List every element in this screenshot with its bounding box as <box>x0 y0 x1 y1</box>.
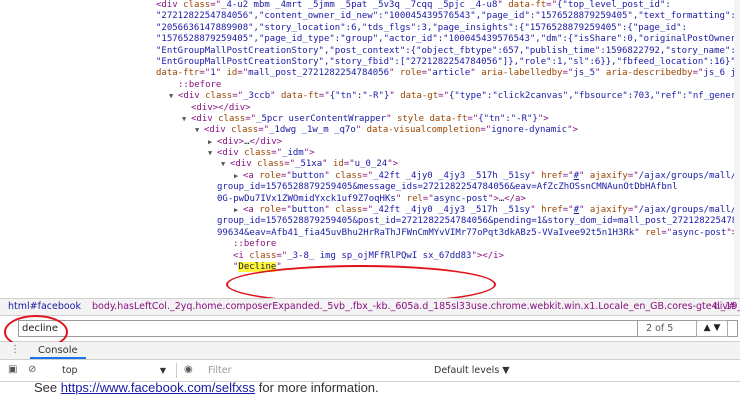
collapsed-arrow-icon[interactable]: ▶ <box>234 205 238 216</box>
breadcrumb-body[interactable]: body.hasLeftCol._2yq.home.composerExpand… <box>92 301 740 312</box>
expanded-arrow-icon[interactable]: ▼ <box>195 125 199 136</box>
tree-line[interactable]: "EntGroupMallPostCreationStory","story_f… <box>0 57 740 68</box>
tree-line[interactable]: ▶ <div>…</div> <box>0 137 740 148</box>
tree-line-content: <div class="_5pcr userContentWrapper" st… <box>191 113 549 124</box>
tab-console[interactable]: Console <box>30 342 86 359</box>
sidebar-toggle-icon[interactable]: ▣ <box>8 364 17 375</box>
tree-line[interactable]: ▼ <div class="_51xa" id="u_0_24"> <box>0 159 740 170</box>
tree-line-content: ::before <box>233 239 277 250</box>
expanded-arrow-icon[interactable]: ▼ <box>221 159 225 170</box>
tree-line[interactable]: "2721282254784056","content_owner_id_new… <box>0 11 740 22</box>
console-message-prefix: See <box>34 380 61 395</box>
divider <box>176 363 177 378</box>
context-select-value: top <box>62 365 78 376</box>
tree-line-content: <div></div> <box>191 102 251 113</box>
tree-line-content: group_id=1576528879259405&post_id=272128… <box>217 216 740 227</box>
drawer-tabs: ⋮ Console <box>0 342 740 360</box>
console-message-suffix: for more information. <box>255 380 379 395</box>
tree-line-content: "1576528879259405","page_id_type":"group… <box>156 34 740 45</box>
tree-line-content: 0G-pwDu7IVx1ZWOmidYxck1uf9Z7oqHKs" rel="… <box>217 193 526 204</box>
tree-line-content: <div class="_4-u2 mbm _4mrt _5jmm _5pat … <box>156 0 671 10</box>
context-select[interactable]: top ▼ <box>62 363 170 378</box>
collapsed-arrow-icon[interactable]: ▶ <box>208 137 212 148</box>
search-nav-buttons[interactable]: ▲ ▼ <box>696 320 728 337</box>
tree-line-content: group_id=1576528879259405&message_ids=27… <box>217 182 678 193</box>
tree-line-content: "EntGroupMallPostCreationStory","story_f… <box>156 56 736 67</box>
search-next-icon[interactable]: ▼ <box>713 323 720 333</box>
collapsed-arrow-icon[interactable]: ▶ <box>234 171 238 182</box>
search-input[interactable]: decline <box>18 320 638 337</box>
tree-line[interactable]: data-ftr="1" id="mall_post_2721282254784… <box>0 68 740 79</box>
tree-line[interactable]: ▶ <a role="button" class="_42ft _4jy0 _4j… <box>0 205 740 216</box>
tree-line[interactable]: <i class="_3-8_ img sp_ojMFfRlPQwI sx_67… <box>0 251 740 262</box>
scrollbar[interactable] <box>734 0 740 298</box>
breadcrumb-html[interactable]: html#facebook <box>8 301 81 312</box>
eye-icon[interactable]: ◉ <box>184 364 193 375</box>
console-message: See https://www.facebook.com/selfxss for… <box>0 380 740 414</box>
breadcrumb: html#facebook body.hasLeftCol._2yq.home.… <box>0 298 740 316</box>
search-count-box: 2 of 5 ▲ ▼ <box>638 320 738 337</box>
tree-line-content: <div class="_idm"> <box>217 148 315 159</box>
tree-line[interactable]: "1576528879259405","page_id_type":"group… <box>0 34 740 45</box>
search-prev-icon[interactable]: ▲ <box>704 323 711 333</box>
log-levels-select[interactable]: Default levels ▼ <box>434 363 584 378</box>
search-count: 2 of 5 <box>646 323 674 334</box>
tree-line[interactable]: group_id=1576528879259405&post_id=272128… <box>0 216 740 227</box>
tree-line-content: <i class="_3-8_ img sp_ojMFfRlPQwI sx_67… <box>233 250 504 261</box>
tree-line-content: <div class="_3ccb" data-ft="{"tn":"-R"}"… <box>178 91 740 102</box>
tree-line[interactable]: ▼ <div class="_idm"> <box>0 148 740 159</box>
elements-tree: <div class="_4-u2 mbm _4mrt _5jmm _5pat … <box>0 0 740 298</box>
tree-line-content: "EntGroupMallPostCreationStory","post_co… <box>156 45 736 56</box>
tree-line-content: <a role="button" class="_42ft _4jy0 _4jy… <box>243 170 740 181</box>
tree-line-content: <a role="button" class="_42ft _4jy0 _4jy… <box>243 205 740 216</box>
breadcrumb-div[interactable]: div# <box>714 299 736 315</box>
console-toolbar: ▣ ⊘ top ▼ ◉ Filter Default levels ▼ <box>0 360 740 382</box>
tree-line-content: <div class="_1dwg _1w_m _q7o" data-visua… <box>204 125 578 136</box>
chevron-down-icon: ▼ <box>159 366 166 375</box>
menu-icon[interactable]: ⋮ <box>10 344 20 355</box>
tree-line[interactable]: ▼ <div class="_5pcr userContentWrapper" s… <box>0 114 740 125</box>
tree-line[interactable]: <div class="_4-u2 mbm _4mrt _5jmm _5pat … <box>0 0 740 11</box>
tree-line-content: ::before <box>178 79 222 90</box>
tree-line[interactable]: ▼ <div class="_3ccb" data-ft="{"tn":"-R"}… <box>0 91 740 102</box>
tree-line-content: "2721282254784056","content_owner_id_new… <box>156 11 736 22</box>
tree-line[interactable]: ▼ <div class="_1dwg _1w_m _q7o" data-visu… <box>0 125 740 136</box>
search-bar: decline 2 of 5 ▲ ▼ <box>0 316 740 342</box>
tree-line-content: 99634&eav=Afb41_fia45uvBhu2HrRaThJFWnCmM… <box>217 227 738 238</box>
expanded-arrow-icon[interactable]: ▼ <box>169 91 173 102</box>
tree-line[interactable]: 99634&eav=Afb41_fia45uvBhu2HrRaThJFWnCmM… <box>0 228 740 239</box>
tree-line-content: <div class="_51xa" id="u_0_24"> <box>230 159 399 170</box>
tree-line[interactable]: "2056636147889908","story_location":6,"t… <box>0 23 740 34</box>
tree-line-content: <div>…</div> <box>217 136 283 147</box>
tree-line[interactable]: ::before <box>0 80 740 91</box>
tree-line[interactable]: group_id=1576528879259405&message_ids=27… <box>0 182 740 193</box>
selfxss-link[interactable]: https://www.facebook.com/selfxss <box>61 380 255 395</box>
tree-line[interactable]: <div></div> <box>0 103 740 114</box>
expanded-arrow-icon[interactable]: ▼ <box>208 148 212 159</box>
tree-line[interactable]: "EntGroupMallPostCreationStory","post_co… <box>0 46 740 57</box>
tree-line[interactable]: ::before <box>0 239 740 250</box>
tree-line-content: data-ftr="1" id="mall_post_2721282254784… <box>156 68 740 79</box>
tree-line[interactable]: ▶ <a role="button" class="_42ft _4jy0 _4j… <box>0 171 740 182</box>
clear-console-icon[interactable]: ⊘ <box>28 364 36 375</box>
filter-input[interactable]: Filter <box>208 363 418 378</box>
tree-line[interactable]: 0G-pwDu7IVx1ZWOmidYxck1uf9Z7oqHKs" rel="… <box>0 194 740 205</box>
expanded-arrow-icon[interactable]: ▼ <box>182 114 186 125</box>
tree-line-content: "2056636147889908","story_location":6,"t… <box>156 22 688 33</box>
